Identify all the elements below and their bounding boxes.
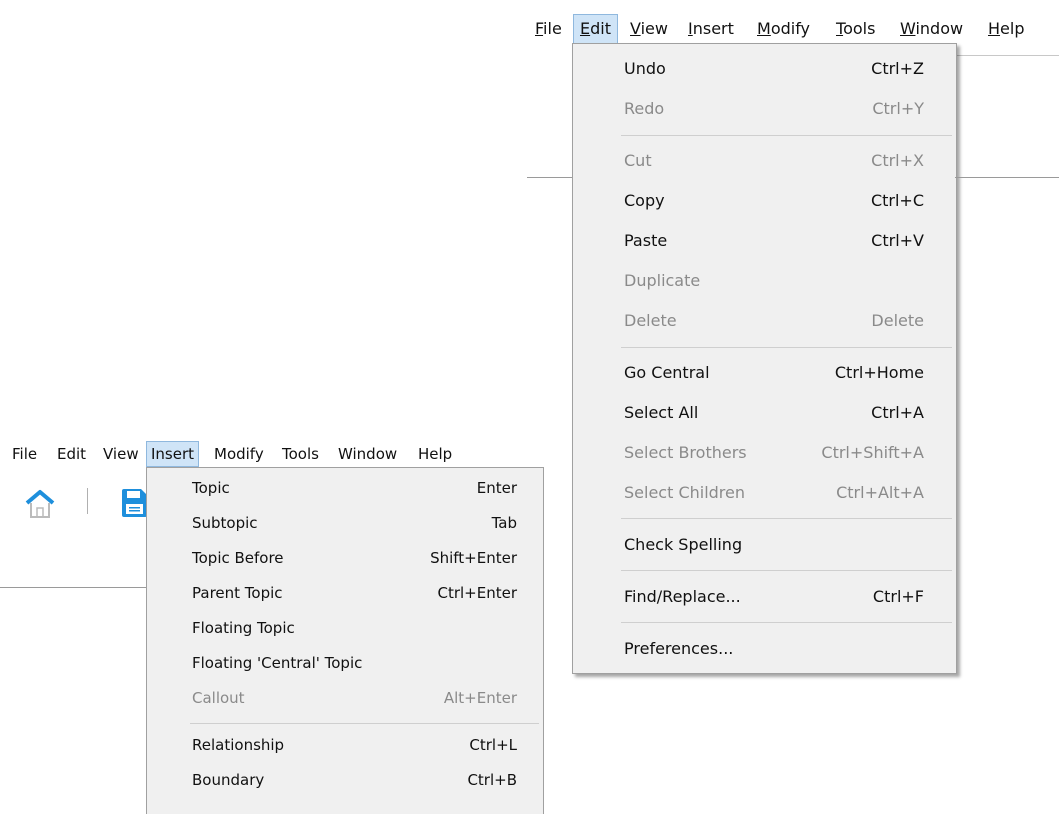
menu-item-shortcut: Enter [476,479,517,497]
menu-item-label: Callout [192,689,245,707]
menu-item-find-replace[interactable]: Find/Replace... Ctrl+F [573,577,956,617]
menu-item-callout[interactable]: Callout Alt+Enter [147,681,543,716]
menu-separator [190,723,539,724]
menu-bar: File Edit View Insert Modify Tools Windo… [0,432,545,468]
menu-edit[interactable]: Edit [573,14,618,44]
menu-separator [621,347,952,348]
menu-file[interactable]: File [529,14,568,44]
menu-item-label: Preferences... [624,639,734,658]
menu-item-label: Duplicate [624,271,701,290]
menu-separator [621,518,952,519]
menu-modify[interactable]: Modify [751,14,816,44]
menu-item-floating-central-topic[interactable]: Floating 'Central' Topic [147,646,543,681]
menu-item-paste[interactable]: Paste Ctrl+V [573,221,956,261]
menu-item-shortcut: Ctrl+Y [872,99,924,118]
menu-item-go-central[interactable]: Go Central Ctrl+Home [573,353,956,393]
menu-item-shortcut: Tab [491,514,517,532]
divider [955,55,1059,56]
menu-item-label: Check Spelling [624,535,743,554]
menu-item-label: Subtopic [192,514,258,532]
menu-item-label: Redo [624,99,665,118]
menu-item-label: Select Children [624,483,746,502]
toolbar [0,468,148,531]
menu-item-label: Topic [192,479,230,497]
menu-item-shortcut: Ctrl+Z [871,59,924,78]
menu-item-label: Parent Topic [192,584,283,602]
menu-file[interactable]: File [12,441,37,467]
menu-modify[interactable]: Modify [214,441,264,467]
menu-item-shortcut: Ctrl+A [871,403,924,422]
menu-item-copy[interactable]: Copy Ctrl+C [573,181,956,221]
menu-item-shortcut: Ctrl+Home [834,363,924,382]
menu-insert[interactable]: Insert [682,14,740,44]
menu-item-shortcut: Ctrl+B [467,771,517,789]
menu-window[interactable]: Window [338,441,397,467]
menu-item-label: Select All [624,403,699,422]
menu-item-label: Boundary [192,771,265,789]
menu-item-label: Cut [624,151,652,170]
menu-item-topic[interactable]: Topic Enter [147,471,543,506]
menu-item-label: Select Brothers [624,443,747,462]
menu-item-boundary[interactable]: Boundary Ctrl+B [147,763,543,798]
menu-item-shortcut: Ctrl+F [872,587,924,606]
menu-item-cut[interactable]: Cut Ctrl+X [573,141,956,181]
menu-item-label: Floating Topic [192,619,295,637]
home-icon[interactable] [24,488,56,524]
menu-item-redo[interactable]: Redo Ctrl+Y [573,89,956,129]
menu-item-shortcut: Ctrl+Shift+A [821,443,924,462]
divider [955,177,1059,178]
menu-tools[interactable]: Tools [830,14,881,44]
menu-item-shortcut: Delete [871,311,924,330]
menu-item-label: Find/Replace... [624,587,741,606]
menu-item-label: Copy [624,191,665,210]
menu-item-topic-before[interactable]: Topic Before Shift+Enter [147,541,543,576]
menu-help[interactable]: Help [982,14,1030,44]
toolbar-separator [87,488,88,514]
menu-item-check-spelling[interactable]: Check Spelling [573,525,956,565]
menu-view[interactable]: View [624,14,674,44]
menu-item-floating-topic[interactable]: Floating Topic [147,611,543,646]
menu-item-delete[interactable]: Delete Delete [573,301,956,341]
menu-item-shortcut: Ctrl+X [871,151,924,170]
menu-item-label: Paste [624,231,668,250]
menu-item-label: Delete [624,311,677,330]
divider [0,587,148,588]
menu-insert[interactable]: Insert [146,441,200,467]
menu-item-shortcut: Ctrl+V [871,231,924,250]
menu-item-parent-topic[interactable]: Parent Topic Ctrl+Enter [147,576,543,611]
menu-bar: File Edit View Insert Modify Tools Windo… [527,14,1059,44]
menu-item-subtopic[interactable]: Subtopic Tab [147,506,543,541]
menu-item-shortcut: Ctrl+Enter [437,584,517,602]
menu-item-shortcut: Ctrl+Alt+A [836,483,924,502]
menu-item-shortcut: Shift+Enter [430,549,517,567]
edit-dropdown-menu: Undo Ctrl+Z Redo Ctrl+Y Cut Ctrl+X Copy Ctrl… [572,43,957,674]
menu-item-label: Floating 'Central' Topic [192,654,363,672]
menu-item-label: Go Central [624,363,710,382]
menu-separator [621,135,952,136]
menu-item-label: Relationship [192,736,285,754]
menu-item-shortcut: Ctrl+C [870,191,924,210]
menu-item-label: Undo [624,59,666,78]
menu-item-shortcut: Alt+Enter [443,689,517,707]
menu-help[interactable]: Help [418,441,452,467]
menu-item-duplicate[interactable]: Duplicate [573,261,956,301]
menu-item-shortcut: Ctrl+L [469,736,517,754]
menu-window[interactable]: Window [894,14,969,44]
menu-edit[interactable]: Edit [57,441,86,467]
insert-menu-window: File Edit View Insert Modify Tools Windo… [0,432,545,814]
save-icon[interactable] [120,488,148,522]
edit-menu-window: File Edit View Insert Modify Tools Windo… [527,0,1059,814]
menu-separator [621,570,952,571]
menu-item-label: Topic Before [192,549,284,567]
menu-item-select-all[interactable]: Select All Ctrl+A [573,393,956,433]
menu-item-select-children[interactable]: Select Children Ctrl+Alt+A [573,473,956,513]
menu-item-undo[interactable]: Undo Ctrl+Z [573,49,956,89]
menu-tools[interactable]: Tools [282,441,319,467]
menu-view[interactable]: View [103,441,139,467]
menu-item-relationship[interactable]: Relationship Ctrl+L [147,728,543,763]
menu-item-select-brothers[interactable]: Select Brothers Ctrl+Shift+A [573,433,956,473]
menu-item-preferences[interactable]: Preferences... [573,629,956,669]
insert-dropdown-menu: Topic Enter Subtopic Tab Topic Before Shift… [146,467,544,814]
menu-separator [621,622,952,623]
